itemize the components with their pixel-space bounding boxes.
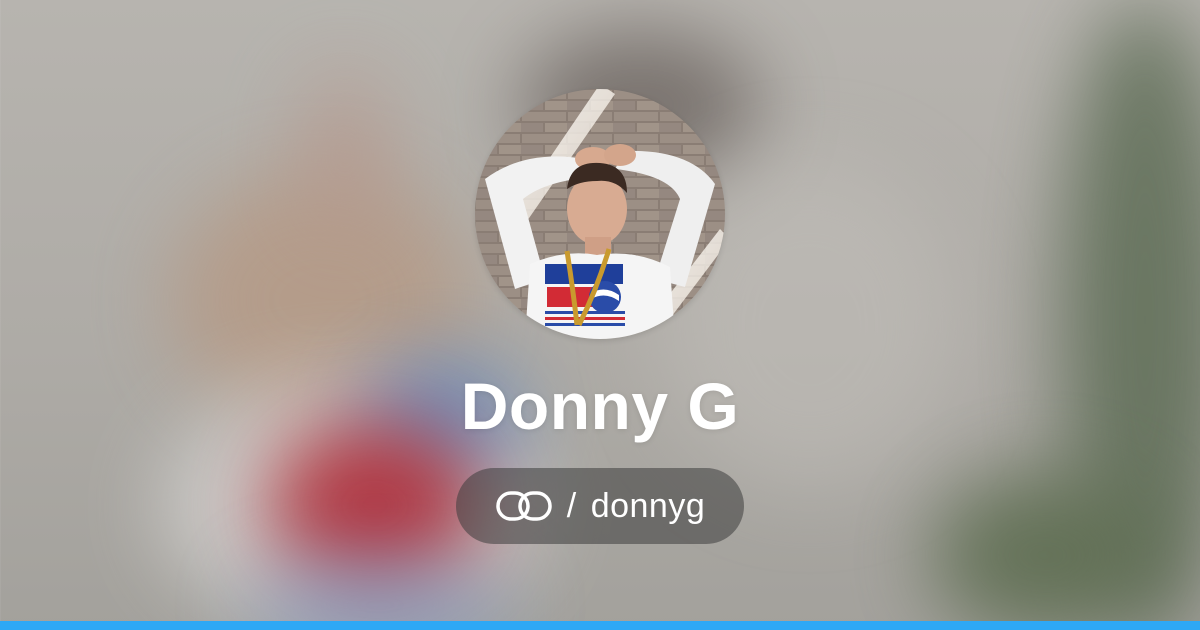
profile-handle-badge[interactable]: / donnyg xyxy=(456,468,744,544)
profile-handle: donnyg xyxy=(590,487,706,525)
profile-display-name: Donny G xyxy=(460,369,740,443)
linked-rings-logo-icon xyxy=(496,491,552,521)
background-blur-shape xyxy=(930,470,1160,630)
handle-separator: / xyxy=(566,487,577,525)
avatar-image xyxy=(475,89,725,339)
background-blur-shape xyxy=(300,70,390,240)
profile-share-card: Donny G / donnyg xyxy=(0,0,1200,630)
accent-bar xyxy=(0,621,1200,630)
avatar[interactable] xyxy=(475,89,725,339)
